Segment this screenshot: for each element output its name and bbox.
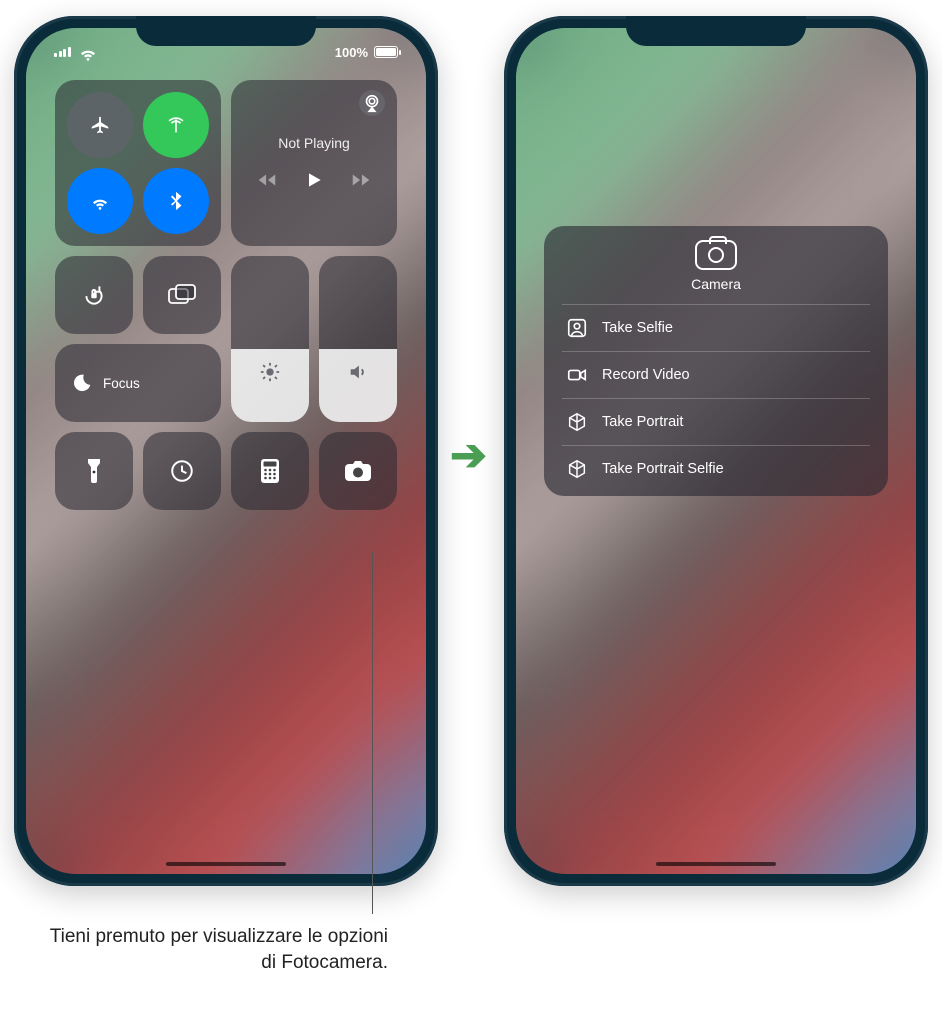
- calculator-icon: [260, 458, 280, 484]
- airplane-icon: [89, 114, 111, 136]
- antenna-icon: [165, 114, 187, 136]
- transition-arrow-icon: ➔: [450, 430, 487, 481]
- notch: [136, 16, 316, 46]
- wifi-status-icon: [77, 41, 99, 63]
- flashlight-button[interactable]: [55, 432, 133, 510]
- control-center-grid: Not Playing: [48, 80, 404, 510]
- cube-icon: [566, 411, 588, 433]
- connectivity-group[interactable]: [55, 80, 221, 246]
- camera-action-label: Take Portrait: [602, 414, 683, 430]
- home-indicator[interactable]: [656, 862, 776, 866]
- orientation-lock-icon: [81, 282, 107, 308]
- airplane-mode-toggle[interactable]: [67, 92, 133, 158]
- moon-icon: [71, 372, 93, 394]
- cube-icon: [566, 458, 588, 480]
- camera-action-take-selfie[interactable]: Take Selfie: [562, 304, 870, 351]
- battery-percentage: 100%: [335, 45, 368, 60]
- brightness-slider[interactable]: [231, 256, 309, 422]
- bluetooth-icon: [165, 190, 187, 212]
- screen-mirroring-button[interactable]: [143, 256, 221, 334]
- sun-icon: [259, 361, 281, 383]
- media-title-label: Not Playing: [278, 135, 350, 151]
- wifi-icon: [89, 190, 111, 212]
- speaker-icon: [347, 361, 369, 383]
- notch: [626, 16, 806, 46]
- wifi-toggle[interactable]: [67, 168, 133, 234]
- airplay-button[interactable]: [359, 90, 385, 116]
- screen-right: Camera Take Selfie Record Video Take Portr…: [516, 28, 916, 874]
- screen-left: 100%: [26, 28, 426, 874]
- camera-button[interactable]: [319, 432, 397, 510]
- play-button[interactable]: [304, 170, 324, 190]
- focus-label: Focus: [103, 376, 140, 391]
- bluetooth-toggle[interactable]: [143, 168, 209, 234]
- timer-button[interactable]: [143, 432, 221, 510]
- camera-icon: [344, 460, 372, 482]
- focus-button[interactable]: Focus: [55, 344, 221, 422]
- phone-camera-popup: Camera Take Selfie Record Video Take Portr…: [504, 16, 928, 886]
- rectangles-icon: [168, 284, 196, 306]
- camera-action-label: Take Selfie: [602, 320, 673, 336]
- video-icon: [566, 364, 588, 386]
- camera-action-label: Record Video: [602, 367, 690, 383]
- airplay-icon: [361, 92, 383, 114]
- phone-control-center: 100%: [14, 16, 438, 886]
- camera-action-take-portrait-selfie[interactable]: Take Portrait Selfie: [562, 445, 870, 492]
- media-controls-module[interactable]: Not Playing: [231, 80, 397, 246]
- camera-action-take-portrait[interactable]: Take Portrait: [562, 398, 870, 445]
- cellular-signal-icon: [54, 47, 71, 57]
- previous-track-button[interactable]: [256, 169, 278, 191]
- volume-slider[interactable]: [319, 256, 397, 422]
- camera-action-label: Take Portrait Selfie: [602, 461, 724, 477]
- cellular-data-toggle[interactable]: [143, 92, 209, 158]
- orientation-lock-toggle[interactable]: [55, 256, 133, 334]
- caption-text: Tieni premuto per visualizzare le opzion…: [48, 924, 388, 975]
- next-track-button[interactable]: [350, 169, 372, 191]
- home-indicator[interactable]: [166, 862, 286, 866]
- camera-quick-actions-menu: Camera Take Selfie Record Video Take Portr…: [544, 226, 888, 496]
- camera-icon: [695, 240, 737, 270]
- person-square-icon: [566, 317, 588, 339]
- battery-icon: [374, 46, 398, 58]
- camera-action-record-video[interactable]: Record Video: [562, 351, 870, 398]
- timer-icon: [169, 458, 195, 484]
- flashlight-icon: [85, 458, 103, 484]
- camera-menu-title: Camera: [691, 276, 741, 292]
- calculator-button[interactable]: [231, 432, 309, 510]
